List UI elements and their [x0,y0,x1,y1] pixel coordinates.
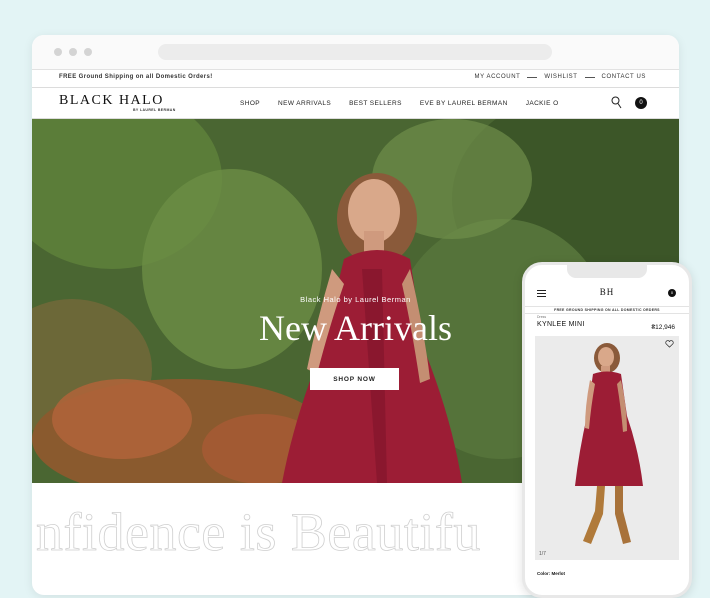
divider [584,76,595,78]
image-counter: 1/7 [539,551,546,557]
window-dot-minimize[interactable] [69,48,77,56]
divider [527,76,538,78]
breadcrumb[interactable]: Dress [537,315,546,319]
mobile-logo[interactable]: BH [525,287,689,297]
main-navigation: SHOP NEW ARRIVALS BEST SELLERS EVE BY LA… [240,100,577,107]
product-image[interactable]: 1/7 [535,336,679,560]
utility-bar: FREE Ground Shipping on all Domestic Ord… [32,70,679,88]
contact-us-link[interactable]: CONTACT US [602,74,646,80]
shipping-promo: FREE Ground Shipping on all Domestic Ord… [59,74,213,80]
window-dot-maximize[interactable] [84,48,92,56]
shop-now-button[interactable]: SHOP NOW [310,368,399,390]
bag-icon[interactable]: 0 [635,97,647,109]
nav-new-arrivals[interactable]: NEW ARRIVALS [278,100,331,107]
nav-best-sellers[interactable]: BEST SELLERS [349,100,402,107]
bag-icon[interactable]: 0 [668,289,676,297]
product-price: ₴12,946 [651,324,676,331]
wishlist-link[interactable]: WISHLIST [544,74,577,80]
phone-notch [567,265,647,278]
product-name: KYNLEE MINI [537,321,585,328]
product-photo [535,336,679,560]
main-header: BLACK HALO BY LAUREL BERMAN SHOP NEW ARR… [32,88,679,119]
browser-toolbar [32,35,679,70]
address-bar[interactable] [158,44,552,60]
utility-links: MY ACCOUNT WISHLIST CONTACT US [475,74,647,80]
brand-logo[interactable]: BLACK HALO [59,93,164,109]
heart-icon[interactable] [665,340,674,348]
nav-jackie-o[interactable]: JACKIE O [526,100,559,107]
mobile-shipping-promo: FREE GROUND SHIPPING ON ALL DOMESTIC ORD… [525,306,689,314]
color-label: Color: Merlot [537,571,565,576]
mobile-phone-frame: BH 0 FREE GROUND SHIPPING ON ALL DOMESTI… [522,262,692,598]
search-icon[interactable] [611,96,622,109]
nav-shop[interactable]: SHOP [240,100,260,107]
my-account-link[interactable]: MY ACCOUNT [475,74,521,80]
window-dot-close[interactable] [54,48,62,56]
outlined-slogan: nfidence is Beautifu [36,502,481,563]
brand-logo-subtitle: BY LAUREL BERMAN [133,108,176,112]
nav-eve-by-laurel-berman[interactable]: EVE BY LAUREL BERMAN [420,100,508,107]
